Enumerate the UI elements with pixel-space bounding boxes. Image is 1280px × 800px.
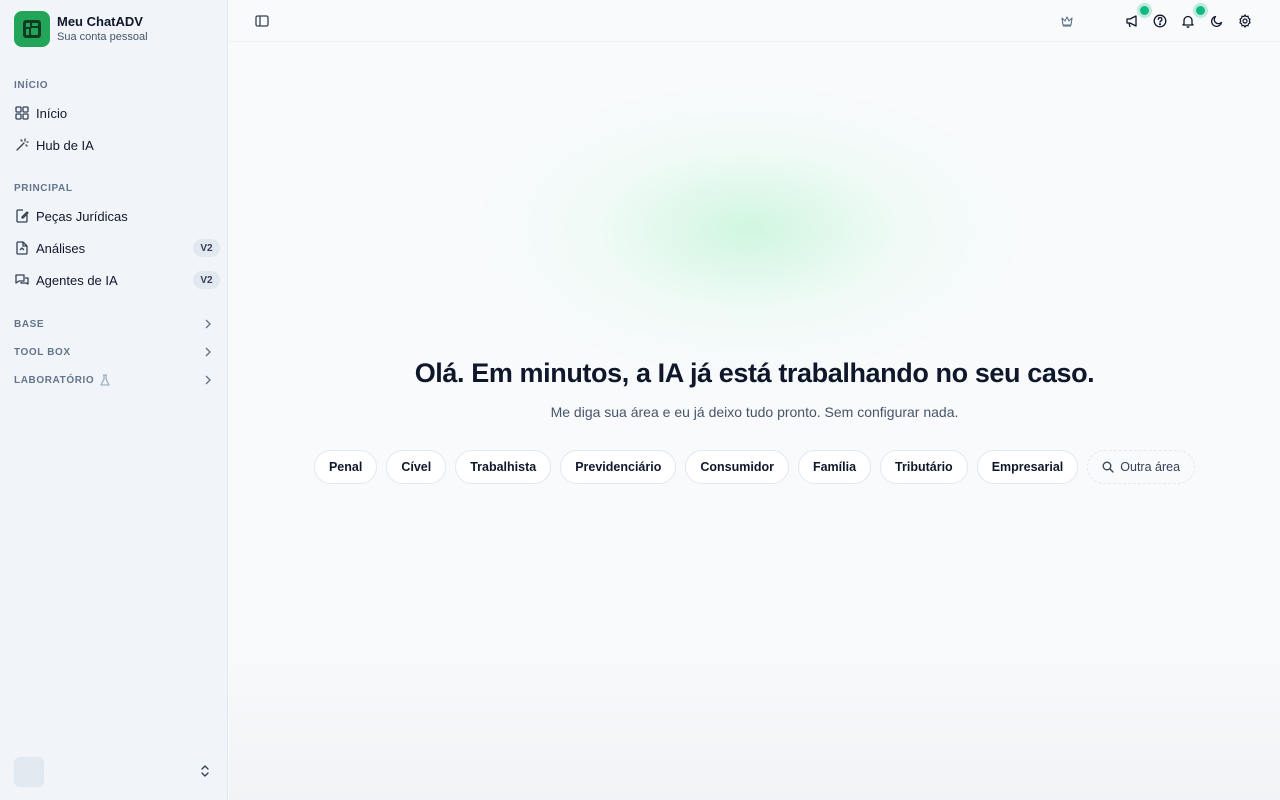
other-area-button[interactable]: Outra área: [1087, 450, 1196, 484]
sidebar-item-label: Agentes de IA: [36, 272, 118, 288]
area-chip-tributario[interactable]: Tributário: [880, 450, 968, 484]
help-circle-icon: [1153, 14, 1167, 28]
document-edit-icon: [14, 209, 29, 224]
area-chip-consumidor[interactable]: Consumidor: [685, 450, 789, 484]
gear-icon: [1239, 14, 1251, 28]
sidebar-item-agentes-de-ia[interactable]: Agentes de IA V2: [14, 266, 220, 294]
area-chip-penal[interactable]: Penal: [313, 450, 378, 484]
sidebar-item-label: Análises: [36, 240, 86, 256]
area-chip-empresarial[interactable]: Empresarial: [976, 450, 1079, 484]
account-name: Meu ChatADV: [57, 14, 143, 29]
account-subtitle: Sua conta pessoal: [57, 31, 148, 43]
user-avatar[interactable]: [14, 757, 44, 787]
crown-icon: [1061, 16, 1073, 27]
section-toggle-base[interactable]: BASE: [14, 314, 214, 334]
sidebar-item-inicio[interactable]: Início: [14, 99, 220, 127]
settings-button[interactable]: [1236, 12, 1254, 30]
section-label-principal: PRINCIPAL: [14, 183, 73, 194]
chevron-right-icon: [205, 319, 211, 329]
sidebar-panel-icon: [255, 15, 269, 27]
other-area-label: Outra área: [1120, 460, 1181, 474]
sidebar-item-hub-de-ia[interactable]: Hub de IA: [14, 131, 220, 159]
megaphone-icon: [1126, 15, 1137, 28]
section-label-inicio: INÍCIO: [14, 80, 49, 91]
welcome-title: Olá. Em minutos, a IA já está trabalhand…: [414, 358, 1095, 388]
sidebar: Meu ChatADV Sua conta pessoal INÍCIO Iní…: [0, 0, 228, 800]
area-chip-trabalhista[interactable]: Trabalhista: [455, 450, 552, 484]
premium-button[interactable]: [1058, 12, 1076, 30]
sidebar-item-label: Peças Jurídicas: [36, 208, 128, 224]
search-icon: [1102, 461, 1114, 473]
sidebar-item-pecas-juridicas[interactable]: Peças Jurídicas: [14, 202, 220, 230]
chatadv-logo: [14, 11, 50, 47]
notification-dot: [1196, 6, 1205, 15]
sidebar-item-label: Hub de IA: [36, 137, 94, 153]
bell-icon: [1182, 15, 1194, 28]
section-toggle-toolbox[interactable]: TOOL BOX: [14, 342, 214, 362]
area-chips: Penal Cível Trabalhista Previdenciário C…: [229, 450, 1280, 484]
announcements-button[interactable]: [1123, 12, 1141, 30]
sidebar-item-analises[interactable]: Análises V2: [14, 234, 220, 262]
chat-agents-icon: [14, 273, 29, 288]
main-content: Olá. Em minutos, a IA já está trabalhand…: [229, 0, 1280, 800]
section-label-laboratorio: LABORATÓRIO: [14, 374, 95, 386]
toggle-sidebar-button[interactable]: [253, 12, 271, 30]
document-analysis-icon: [14, 241, 29, 256]
magic-wand-icon: [14, 138, 29, 153]
sidebar-item-label: Início: [36, 105, 68, 121]
area-chip-previdenciario[interactable]: Previdenciário: [560, 450, 677, 484]
section-toggle-laboratorio[interactable]: LABORATÓRIO: [14, 370, 214, 390]
top-bar: [229, 0, 1280, 42]
theme-toggle-button[interactable]: [1208, 12, 1226, 30]
chevron-right-icon: [205, 347, 211, 357]
section-label-base: BASE: [14, 318, 45, 330]
area-chip-civel[interactable]: Cível: [386, 450, 447, 484]
area-chip-familia[interactable]: Família: [797, 450, 872, 484]
moon-icon: [1210, 15, 1223, 28]
version-badge: V2: [193, 239, 220, 257]
chevrons-up-down-icon[interactable]: [198, 764, 212, 778]
account-switcher[interactable]: Meu ChatADV Sua conta pessoal: [14, 11, 148, 47]
grid-icon: [14, 106, 29, 121]
section-label-toolbox: TOOL BOX: [14, 346, 71, 358]
notifications-button[interactable]: [1179, 12, 1197, 30]
version-badge: V2: [193, 271, 220, 289]
chevron-right-icon: [205, 375, 211, 385]
help-button[interactable]: [1151, 12, 1169, 30]
welcome-subtitle: Me diga sua área e eu já deixo tudo pron…: [550, 404, 959, 420]
notification-dot: [1140, 6, 1149, 15]
flask-icon: [100, 374, 110, 386]
